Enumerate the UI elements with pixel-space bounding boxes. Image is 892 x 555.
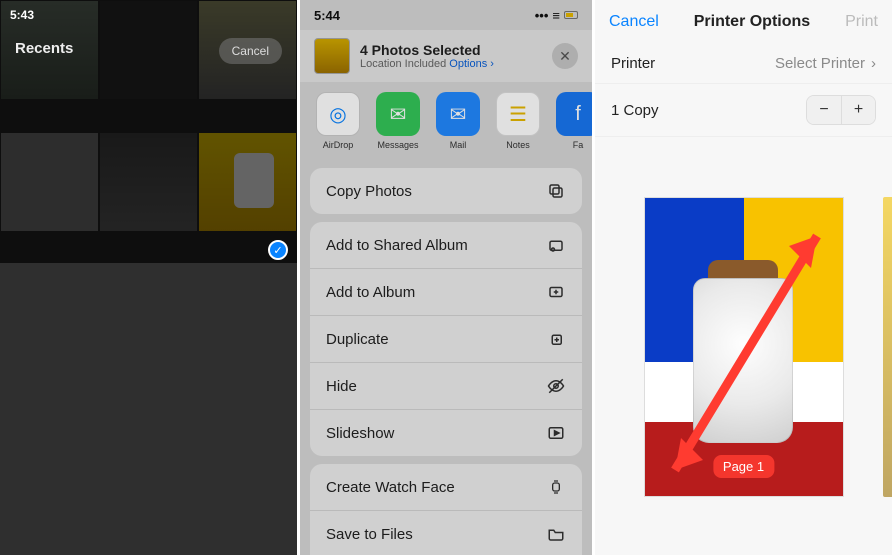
printer-value: Select Printer: [775, 55, 865, 72]
close-icon[interactable]: ✕: [552, 43, 578, 69]
action-duplicate[interactable]: Duplicate: [310, 315, 582, 362]
nav-bar: Cancel Printer Options Print: [595, 0, 892, 44]
stepper-plus[interactable]: +: [841, 96, 875, 124]
print-preview-page[interactable]: Page 1: [644, 197, 844, 497]
share-targets-row: ◎AirDrop ✉Messages ✉Mail ☰Notes fFa: [300, 82, 592, 160]
options-link[interactable]: Options: [449, 58, 487, 70]
play-rect-icon: [546, 423, 566, 443]
printer-row[interactable]: Printer Select Printer ›: [595, 44, 892, 84]
mail-icon: ✉: [436, 92, 480, 136]
cancel-button[interactable]: Cancel: [219, 38, 282, 64]
print-preview-area[interactable]: Page 1: [595, 197, 892, 497]
watch-icon: [546, 477, 566, 497]
share-mail[interactable]: ✉Mail: [436, 92, 480, 150]
notes-icon: ☰: [496, 92, 540, 136]
page-title: Printer Options: [694, 13, 810, 31]
pinch-arrow-annotation: [657, 218, 835, 486]
folder-icon: [546, 524, 566, 544]
printer-options-panel: Cancel Printer Options Print Printer Sel…: [595, 0, 892, 555]
clock: 5:43: [10, 8, 34, 22]
action-copy-photos[interactable]: Copy Photos: [310, 168, 582, 214]
airdrop-icon: ◎: [316, 92, 360, 136]
action-add-album[interactable]: Add to Album: [310, 268, 582, 315]
action-add-shared-album[interactable]: Add to Shared Album: [310, 222, 582, 268]
share-notes[interactable]: ☰Notes: [496, 92, 540, 150]
printer-label: Printer: [611, 55, 655, 72]
chevron-right-icon: ›: [871, 55, 876, 72]
duplicate-icon: [546, 329, 566, 349]
action-create-watch-face[interactable]: Create Watch Face: [310, 464, 582, 510]
copies-row: 1 Copy − +: [595, 84, 892, 137]
dark-background: [0, 263, 297, 555]
copy-icon: [546, 181, 566, 201]
facebook-icon: f: [556, 92, 592, 136]
messages-icon: ✉: [376, 92, 420, 136]
share-messages[interactable]: ✉Messages: [376, 92, 420, 150]
album-icon: [546, 282, 566, 302]
action-group: Add to Shared Album Add to Album Duplica…: [310, 222, 582, 456]
header-thumbnail: [314, 38, 350, 74]
action-slideshow[interactable]: Slideshow: [310, 409, 582, 456]
clock: 5:44: [314, 8, 340, 23]
copies-label: 1 Copy: [611, 102, 659, 119]
share-facebook[interactable]: fFa: [556, 92, 592, 150]
print-button-disabled[interactable]: Print: [845, 13, 878, 31]
status-bar: 5:43: [0, 0, 297, 30]
share-sheet-panel: 5:44 •••≡ 4 Photos Selected Location Inc…: [297, 0, 595, 555]
action-save-to-files[interactable]: Save to Files: [310, 510, 582, 555]
share-airdrop[interactable]: ◎AirDrop: [316, 92, 360, 150]
eye-slash-icon: [546, 376, 566, 396]
photos-library-panel: 5:43 Recents Cancel ✓: [0, 0, 297, 555]
copies-stepper[interactable]: − +: [806, 95, 876, 125]
shared-album-icon: [546, 235, 566, 255]
header-subtitle: Location Included Options ›: [360, 58, 542, 70]
cancel-button[interactable]: Cancel: [609, 13, 659, 31]
action-group: Create Watch Face Save to Files Print Ap…: [310, 464, 582, 555]
share-header: 4 Photos Selected Location Included Opti…: [300, 30, 592, 82]
stepper-minus[interactable]: −: [807, 96, 841, 124]
status-bar: 5:44 •••≡: [300, 0, 592, 30]
action-group: Copy Photos: [310, 168, 582, 214]
selection-check-icon[interactable]: ✓: [268, 240, 288, 260]
battery-icon: [564, 11, 578, 19]
page-badge: Page 1: [713, 455, 774, 478]
action-hide[interactable]: Hide: [310, 362, 582, 409]
status-icons: •••≡: [535, 8, 578, 23]
album-title: Recents: [15, 40, 73, 57]
selection-count: 4 Photos Selected: [360, 42, 542, 58]
